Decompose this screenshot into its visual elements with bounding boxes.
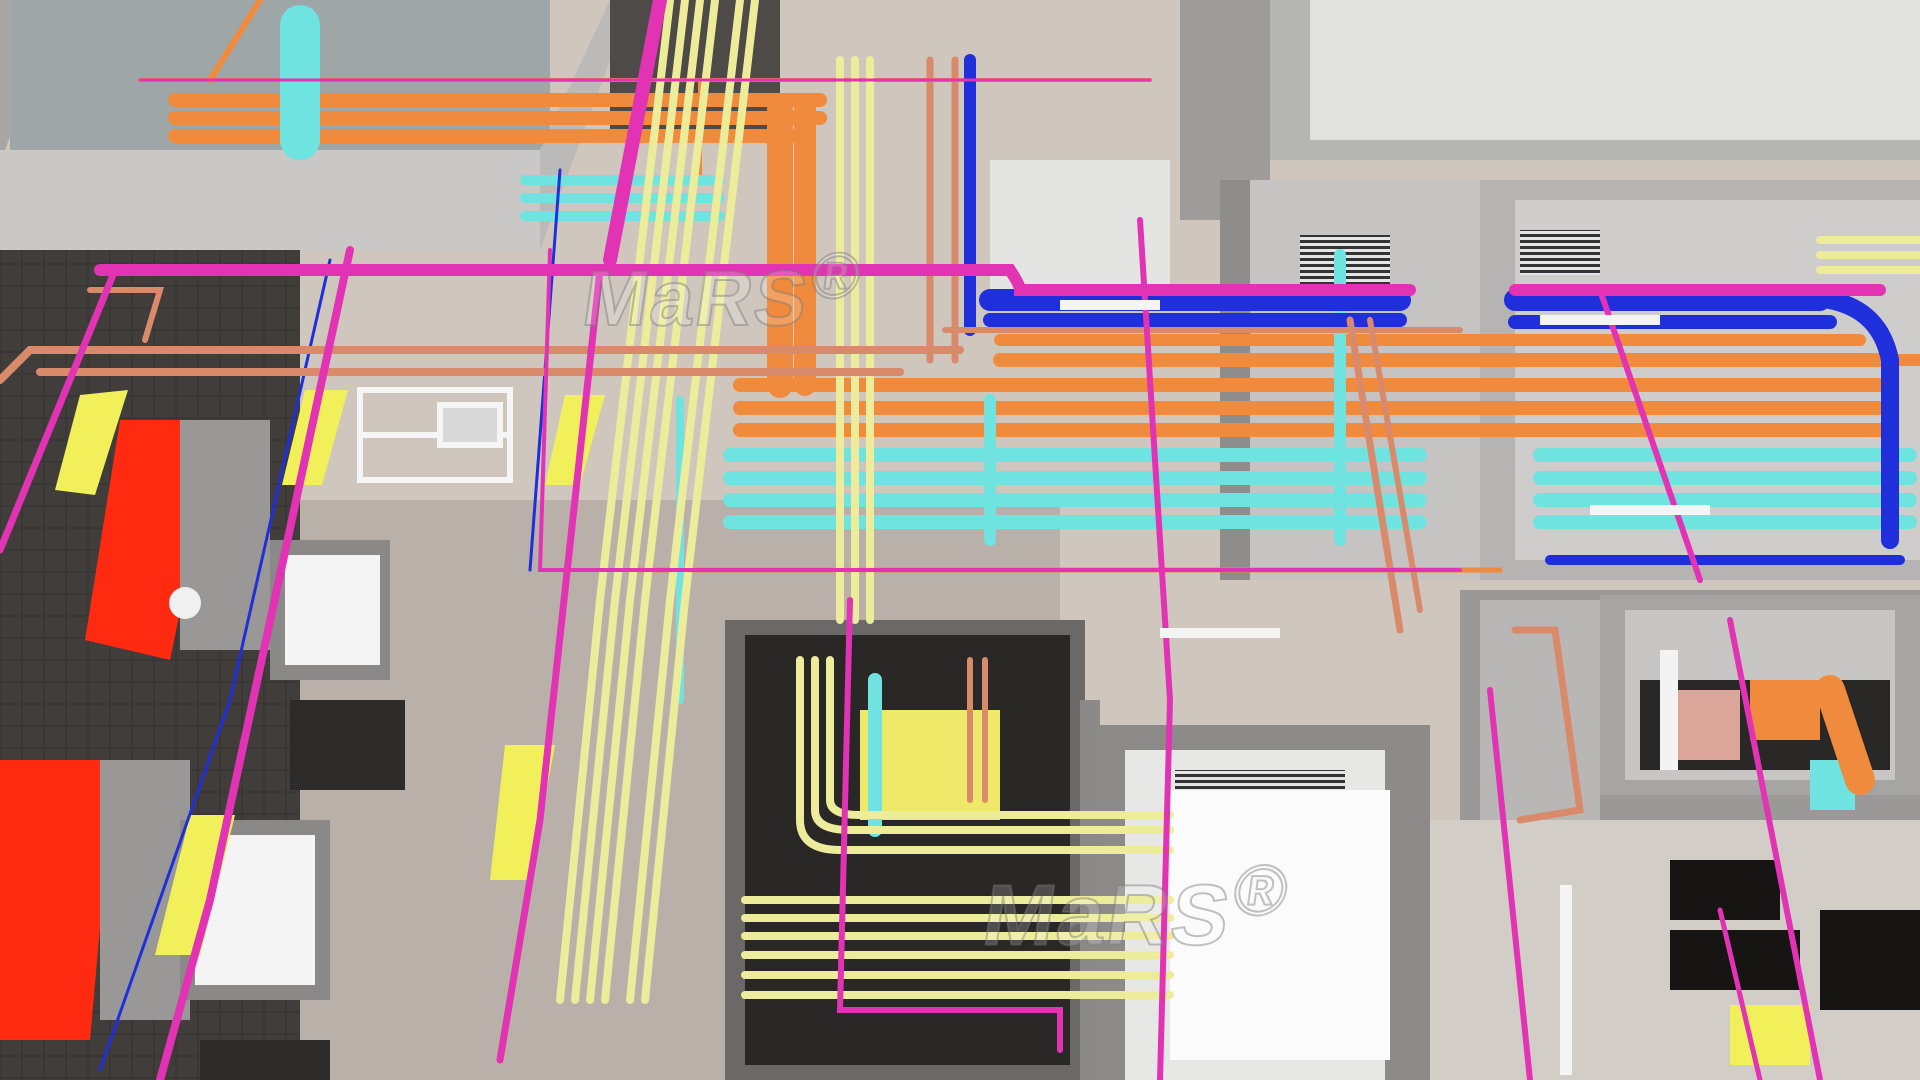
watermark-logo: MaRS® (976, 850, 1296, 965)
mep-3d-render (0, 0, 1920, 1080)
watermark-logo: MaRS® (577, 238, 868, 343)
lower-right-rooms (1400, 590, 1920, 1080)
